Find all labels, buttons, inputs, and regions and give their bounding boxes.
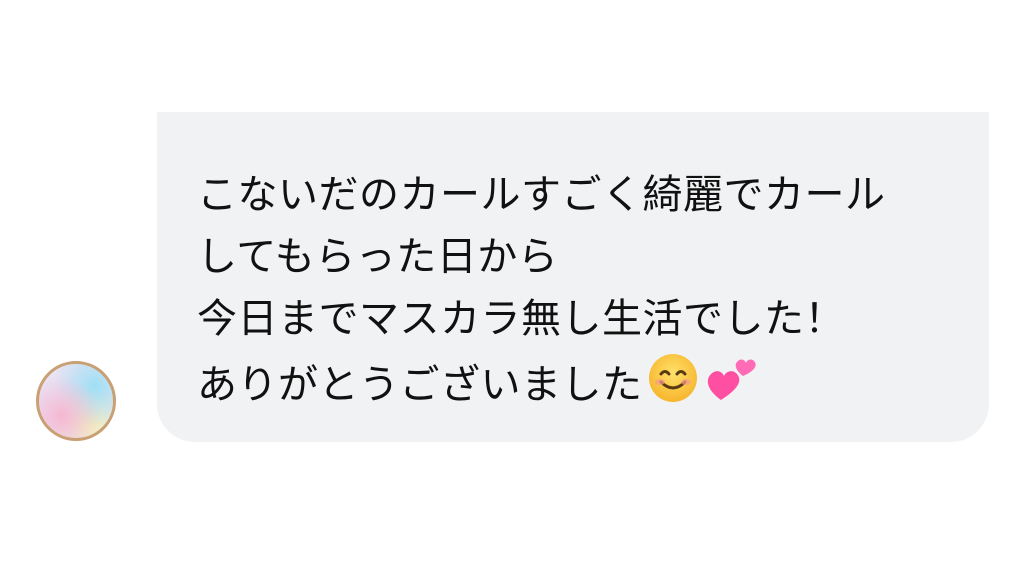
message-bubble[interactable]: こないだのカールすごく綺麗でカール してもらった日から 今日までマスカラ無し生活…: [157, 112, 989, 442]
message-line-4: ありがとうございました: [197, 350, 949, 424]
message-line-3: 今日までマスカラ無し生活でした！: [197, 296, 845, 342]
message-line-2: してもらった日から: [197, 234, 559, 280]
message-line-1: こないだのカールすごく綺麗でカール: [197, 172, 886, 218]
message-line-4-text: ありがとうございました: [197, 362, 643, 408]
smiling-face-icon: [647, 352, 699, 422]
chat-thread: こないだのカールすごく綺麗でカール してもらった日から 今日までマスカラ無し生活…: [0, 0, 1024, 576]
two-hearts-icon: [703, 350, 759, 424]
avatar[interactable]: [36, 361, 116, 441]
